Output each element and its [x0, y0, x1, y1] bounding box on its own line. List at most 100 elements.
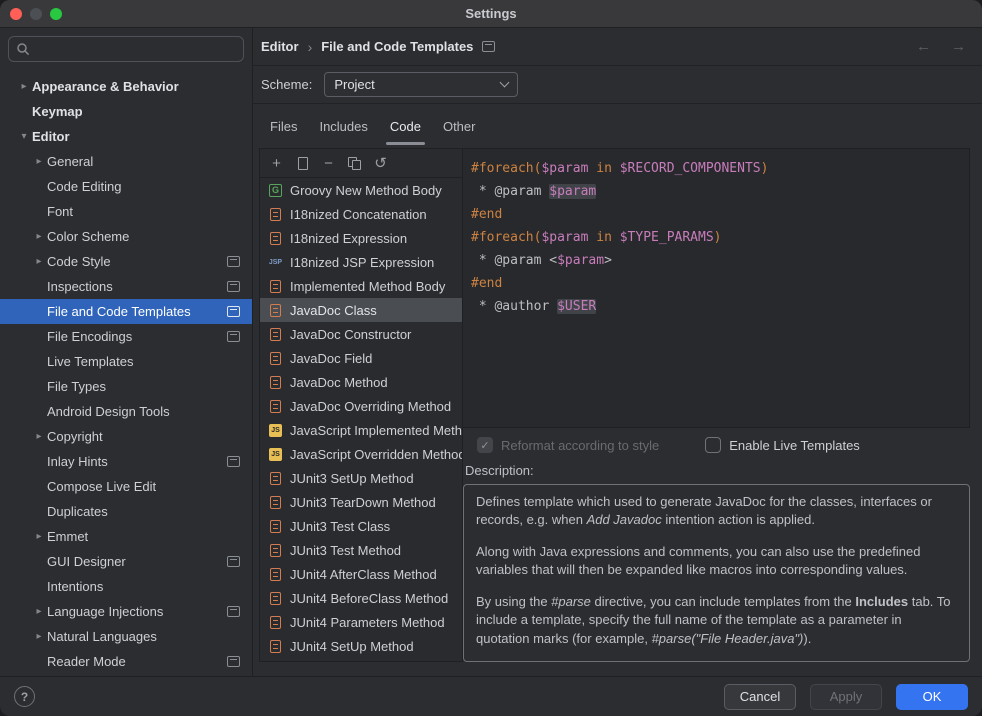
sidebar-item-label: File Encodings — [47, 329, 132, 344]
template-item-label: I18nized Concatenation — [290, 207, 427, 222]
close-button[interactable] — [10, 8, 22, 20]
help-button[interactable]: ? — [14, 686, 35, 707]
template-item-groovy-new-method-body[interactable]: G Groovy New Method Body — [260, 178, 462, 202]
sidebar-item-android-design-tools[interactable]: Android Design Tools — [0, 399, 252, 424]
sidebar-item-intentions[interactable]: Intentions — [0, 574, 252, 599]
back-arrow-icon[interactable]: ← — [916, 38, 931, 55]
sidebar-item-general[interactable]: ▸General — [0, 149, 252, 174]
template-item-junit3-test-method[interactable]: JUnit3 Test Method — [260, 538, 462, 562]
sidebar-item-emmet[interactable]: ▸Emmet — [0, 524, 252, 549]
breadcrumb-editor[interactable]: Editor — [261, 39, 299, 54]
tab-other[interactable]: Other — [432, 104, 487, 148]
search-icon — [16, 42, 30, 56]
sidebar-item-language-injections[interactable]: ▸Language Injections — [0, 599, 252, 624]
search-input[interactable] — [35, 41, 236, 58]
sidebar-item-natural-languages[interactable]: ▸Natural Languages — [0, 624, 252, 649]
template-item-label: JUnit3 Test Method — [290, 543, 401, 558]
tab-includes[interactable]: Includes — [308, 104, 378, 148]
description-text: Defines template which used to generate … — [463, 484, 970, 662]
footer: ? Cancel Apply OK — [0, 676, 982, 716]
chevron-right-icon[interactable]: ▸ — [31, 531, 47, 542]
template-icon — [270, 352, 281, 365]
template-item-label: JavaDoc Method — [290, 375, 388, 390]
enable-live-templates-checkbox[interactable]: Enable Live Templates — [705, 437, 860, 453]
sidebar-item-label: Keymap — [32, 104, 83, 119]
reformat-label: Reformat according to style — [501, 438, 659, 453]
sidebar-item-file-and-code-templates[interactable]: File and Code Templates — [0, 299, 252, 324]
sidebar-item-file-types[interactable]: File Types — [0, 374, 252, 399]
scheme-select[interactable]: Project — [324, 72, 518, 97]
settings-search[interactable] — [8, 36, 244, 62]
template-item-junit4-parameters-method[interactable]: JUnit4 Parameters Method — [260, 610, 462, 634]
template-item-javadoc-overriding-method[interactable]: JavaDoc Overriding Method — [260, 394, 462, 418]
chevron-right-icon[interactable]: ▸ — [31, 256, 47, 267]
sidebar-item-code-style[interactable]: ▸Code Style — [0, 249, 252, 274]
sidebar-item-font[interactable]: Font — [0, 199, 252, 224]
sidebar-item-label: Font — [47, 204, 73, 219]
template-icon — [270, 208, 281, 221]
apply-button[interactable]: Apply — [810, 684, 882, 710]
scheme-label: Scheme: — [261, 77, 312, 92]
template-item-label: Groovy New Method Body — [290, 183, 442, 198]
template-item-i18nized-concatenation[interactable]: I18nized Concatenation — [260, 202, 462, 226]
create-child-template-button[interactable] — [290, 152, 315, 174]
template-item-junit3-setup-method[interactable]: JUnit3 SetUp Method — [260, 466, 462, 490]
cancel-button[interactable]: Cancel — [724, 684, 796, 710]
template-item-javadoc-class[interactable]: JavaDoc Class — [260, 298, 462, 322]
remove-template-button[interactable]: − — [316, 152, 341, 174]
sidebar-item-code-editing[interactable]: Code Editing — [0, 174, 252, 199]
chevron-right-icon[interactable]: ▸ — [31, 606, 47, 617]
sidebar-item-keymap[interactable]: Keymap — [0, 99, 252, 124]
template-item-javascript-overridden-method[interactable]: JSJavaScript Overridden Method — [260, 442, 462, 466]
template-item-i18nized-jsp-expression[interactable]: JSPI18nized JSP Expression — [260, 250, 462, 274]
per-project-settings-icon — [227, 606, 240, 617]
template-item-junit4-setup-method[interactable]: JUnit4 SetUp Method — [260, 634, 462, 658]
chevron-right-icon[interactable]: ▸ — [16, 81, 32, 92]
chevron-down-icon[interactable]: ▾ — [16, 131, 32, 142]
sidebar-item-editor[interactable]: ▾Editor — [0, 124, 252, 149]
sidebar-item-inspections[interactable]: Inspections — [0, 274, 252, 299]
minimize-button[interactable] — [30, 8, 42, 20]
sidebar-item-copyright[interactable]: ▸Copyright — [0, 424, 252, 449]
sidebar-item-reader-mode[interactable]: Reader Mode — [0, 649, 252, 674]
sidebar-item-file-encodings[interactable]: File Encodings — [0, 324, 252, 349]
tab-code[interactable]: Code — [379, 104, 432, 148]
template-item-junit4-beforeclass-method[interactable]: JUnit4 BeforeClass Method — [260, 586, 462, 610]
reset-template-button[interactable]: ↺ — [368, 152, 393, 174]
sidebar-item-color-scheme[interactable]: ▸Color Scheme — [0, 224, 252, 249]
template-item-junit4-afterclass-method[interactable]: JUnit4 AfterClass Method — [260, 562, 462, 586]
template-editor[interactable]: #foreach($param in $RECORD_COMPONENTS) *… — [463, 148, 970, 428]
sidebar-item-gui-designer[interactable]: GUI Designer — [0, 549, 252, 574]
sidebar-item-inlay-hints[interactable]: Inlay Hints — [0, 449, 252, 474]
sidebar-item-live-templates[interactable]: Live Templates — [0, 349, 252, 374]
copy-template-button[interactable] — [342, 152, 367, 174]
forward-arrow-icon[interactable]: → — [951, 38, 966, 55]
template-item-i18nized-expression[interactable]: I18nized Expression — [260, 226, 462, 250]
sidebar-item-label: Color Scheme — [47, 229, 129, 244]
reformat-checkbox[interactable]: ✓ Reformat according to style — [477, 437, 659, 453]
template-item-implemented-method-body[interactable]: Implemented Method Body — [260, 274, 462, 298]
zoom-button[interactable] — [50, 8, 62, 20]
scheme-value: Project — [334, 77, 374, 92]
sidebar-item-compose-live-edit[interactable]: Compose Live Edit — [0, 474, 252, 499]
template-item-junit3-test-class[interactable]: JUnit3 Test Class — [260, 514, 462, 538]
sidebar-item-appearance-behavior[interactable]: ▸Appearance & Behavior — [0, 74, 252, 99]
chevron-right-icon[interactable]: ▸ — [31, 156, 47, 167]
breadcrumb: Editor › File and Code Templates — [261, 39, 495, 55]
template-item-junit3-teardown-method[interactable]: JUnit3 TearDown Method — [260, 490, 462, 514]
groovy-icon: G — [269, 184, 282, 197]
chevron-right-icon[interactable]: ▸ — [31, 431, 47, 442]
chevron-right-icon[interactable]: ▸ — [31, 231, 47, 242]
template-item-javascript-implemented-method[interactable]: JSJavaScript Implemented Method — [260, 418, 462, 442]
per-project-settings-icon — [227, 281, 240, 292]
per-project-settings-icon — [227, 556, 240, 567]
ok-button[interactable]: OK — [896, 684, 968, 710]
template-item-javadoc-field[interactable]: JavaDoc Field — [260, 346, 462, 370]
titlebar: Settings — [0, 0, 982, 28]
add-template-button[interactable]: + — [264, 152, 289, 174]
chevron-right-icon[interactable]: ▸ — [31, 631, 47, 642]
sidebar-item-duplicates[interactable]: Duplicates — [0, 499, 252, 524]
template-item-javadoc-constructor[interactable]: JavaDoc Constructor — [260, 322, 462, 346]
template-item-javadoc-method[interactable]: JavaDoc Method — [260, 370, 462, 394]
tab-files[interactable]: Files — [259, 104, 308, 148]
